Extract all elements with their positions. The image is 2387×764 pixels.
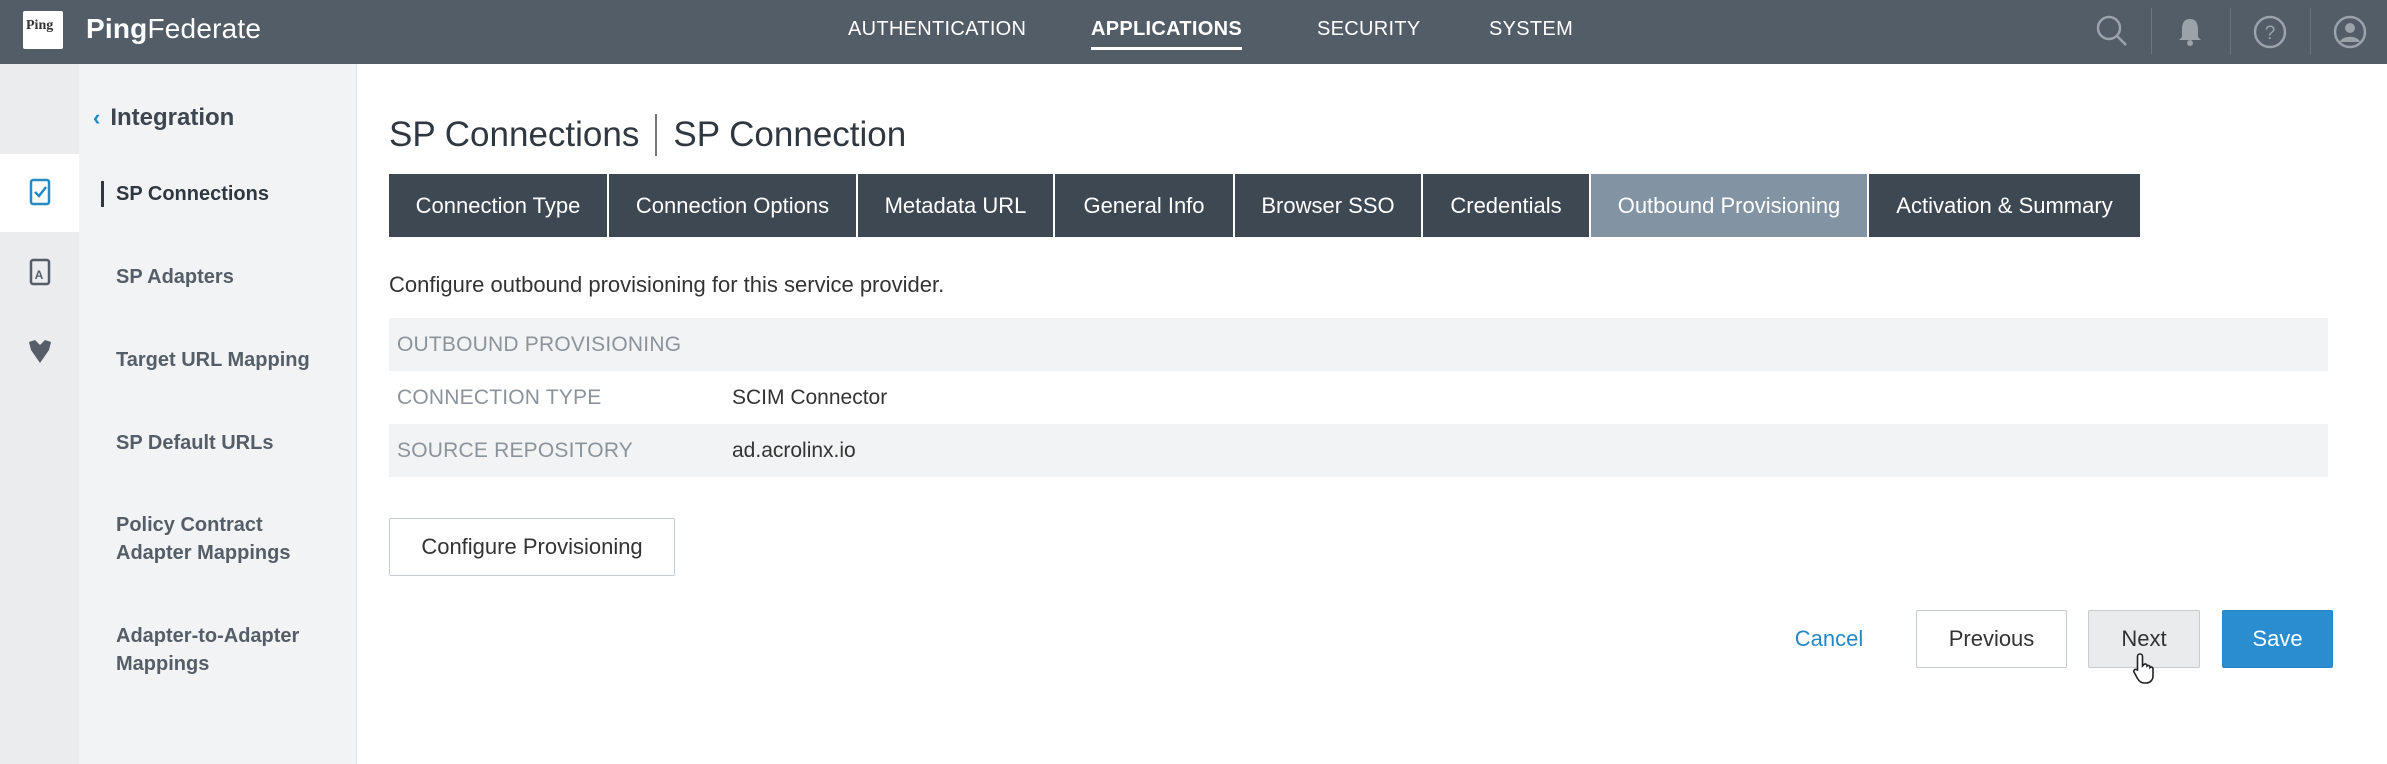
sidebar-item-sp-default-urls[interactable]: SP Default URLs: [116, 429, 273, 457]
logo-text: Ping: [26, 18, 54, 33]
sidebar-item-policy-contract-adapter-mappings[interactable]: Policy Contract Adapter Mappings: [116, 511, 290, 567]
nav-system[interactable]: SYSTEM: [1489, 18, 1573, 41]
page-description: Configure outbound provisioning for this…: [389, 272, 945, 297]
section-sidebar: ‹ Integration SP Connections SP Adapters…: [79, 64, 357, 764]
summary-row: CONNECTION TYPE SCIM Connector: [389, 371, 2328, 424]
tab-connection-options[interactable]: Connection Options: [609, 174, 856, 237]
nav-authentication[interactable]: AUTHENTICATION: [848, 18, 1026, 41]
product-name: PingFederate: [86, 13, 261, 45]
save-button[interactable]: Save: [2222, 610, 2333, 668]
configure-provisioning-button[interactable]: Configure Provisioning: [389, 518, 675, 576]
nav-security[interactable]: SECURITY: [1317, 18, 1421, 41]
nav-applications[interactable]: APPLICATIONS: [1091, 18, 1243, 50]
rail-target-mapping[interactable]: [0, 314, 79, 392]
rail-sp-adapters[interactable]: A: [0, 234, 79, 312]
breadcrumb-separator: [655, 114, 658, 156]
cancel-button[interactable]: Cancel: [1783, 610, 1875, 668]
provisioning-summary: OUTBOUND PROVISIONING CONNECTION TYPE SC…: [389, 318, 2328, 477]
active-indicator: [101, 181, 104, 207]
help-icon[interactable]: ?: [2250, 12, 2290, 52]
brand-bold: Ping: [86, 13, 148, 44]
summary-section-header: OUTBOUND PROVISIONING: [389, 318, 2328, 371]
row-label: CONNECTION TYPE: [397, 386, 602, 409]
search-icon[interactable]: [2092, 12, 2132, 52]
section-title: Integration: [110, 104, 235, 131]
wizard-tabs: Connection Type Connection Options Metad…: [389, 174, 2140, 237]
tab-outbound-provisioning[interactable]: Outbound Provisioning: [1591, 174, 1867, 237]
page-title: SP Connections SP Connection: [389, 114, 906, 156]
row-value: SCIM Connector: [732, 386, 888, 409]
svg-text:?: ?: [2265, 23, 2276, 44]
target-mapping-icon: [29, 340, 51, 363]
row-value: ad.acrolinx.io: [732, 439, 856, 462]
user-icon[interactable]: [2330, 12, 2370, 52]
sidebar-item-label-line1: Adapter-to-Adapter: [116, 625, 300, 647]
tab-browser-sso[interactable]: Browser SSO: [1235, 174, 1421, 237]
nav-divider: [2230, 8, 2231, 54]
top-navigation-bar: Ping PingFederate AUTHENTICATION APPLICA…: [0, 0, 2387, 64]
breadcrumb-current: SP Connection: [673, 115, 907, 154]
sp-adapters-icon: A: [29, 258, 51, 286]
brand-light: Federate: [147, 13, 262, 44]
sidebar-item-label-line2: Adapter Mappings: [116, 542, 291, 564]
bell-icon[interactable]: [2170, 12, 2210, 52]
sidebar-item-sp-adapters[interactable]: SP Adapters: [116, 263, 234, 291]
summary-row: SOURCE REPOSITORY ad.acrolinx.io: [389, 424, 2328, 477]
sidebar-item-sp-connections[interactable]: SP Connections: [116, 180, 269, 208]
sidebar-item-target-url-mapping[interactable]: Target URL Mapping: [116, 346, 310, 374]
tab-general-info[interactable]: General Info: [1055, 174, 1233, 237]
nav-divider: [2310, 8, 2311, 54]
rail-sp-connections[interactable]: [0, 154, 79, 232]
tab-activation-summary[interactable]: Activation & Summary: [1869, 174, 2140, 237]
sidebar-item-label-line2: Mappings: [116, 653, 210, 675]
tab-connection-type[interactable]: Connection Type: [389, 174, 607, 237]
row-label: SOURCE REPOSITORY: [397, 439, 634, 462]
tab-metadata-url[interactable]: Metadata URL: [858, 174, 1053, 237]
ping-logo[interactable]: Ping: [23, 11, 63, 49]
icon-rail: A: [0, 64, 79, 764]
breadcrumb-parent[interactable]: SP Connections: [389, 115, 639, 155]
nav-divider: [2151, 8, 2152, 54]
sp-connections-icon: [29, 178, 51, 206]
previous-button[interactable]: Previous: [1916, 610, 2067, 668]
chevron-left-icon: ‹: [93, 105, 101, 130]
sidebar-item-adapter-to-adapter-mappings[interactable]: Adapter-to-Adapter Mappings: [116, 622, 299, 678]
section-label: OUTBOUND PROVISIONING: [397, 333, 682, 356]
hand-cursor-icon: [2133, 653, 2154, 684]
tab-credentials[interactable]: Credentials: [1423, 174, 1589, 237]
sidebar-item-label-line1: Policy Contract: [116, 514, 263, 536]
svg-text:A: A: [35, 268, 44, 282]
back-to-integration[interactable]: ‹ Integration: [93, 104, 234, 132]
